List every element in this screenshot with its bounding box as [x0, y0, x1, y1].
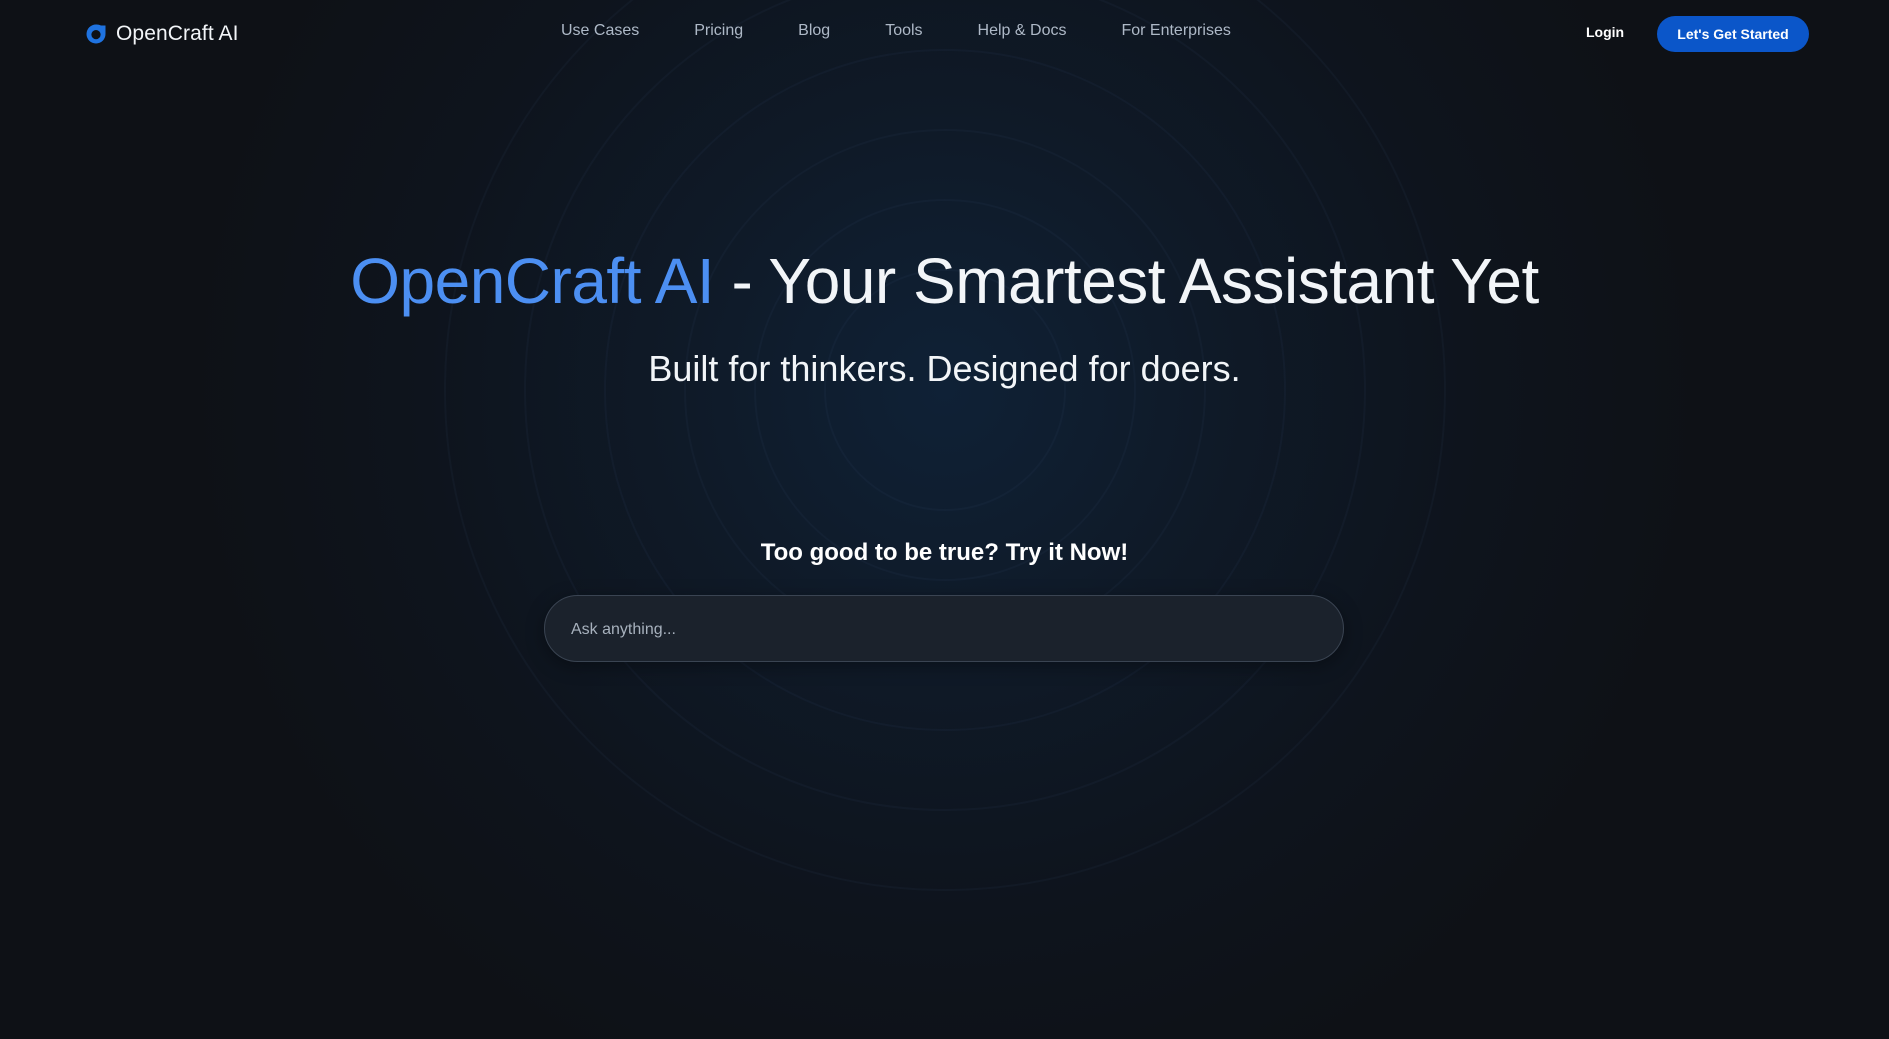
nav-item-blog[interactable]: Blog [798, 22, 830, 40]
nav-item-pricing[interactable]: Pricing [694, 22, 743, 40]
site-header: OpenCraft AI Use Cases Pricing Blog Tool… [0, 0, 1889, 68]
login-link[interactable]: Login [1586, 24, 1624, 40]
hero-title-rest: - Your Smartest Assistant Yet [714, 245, 1539, 317]
nav-item-use-cases[interactable]: Use Cases [561, 22, 639, 40]
ask-box [544, 595, 1344, 663]
hero-title-brand: OpenCraft AI [350, 245, 715, 317]
hero-title: OpenCraft AI - Your Smartest Assistant Y… [0, 244, 1889, 318]
hero-subtitle: Built for thinkers. Designed for doers. [648, 348, 1241, 389]
ask-input[interactable] [569, 596, 1323, 663]
nav-item-help-docs[interactable]: Help & Docs [978, 22, 1067, 40]
background-ripples [444, 0, 1446, 891]
opencraft-logo-icon [86, 24, 106, 44]
get-started-button[interactable]: Let's Get Started [1657, 16, 1809, 52]
nav-item-tools[interactable]: Tools [885, 22, 922, 40]
brand-link[interactable]: OpenCraft AI [84, 20, 239, 48]
landing-page: OpenCraft AI Use Cases Pricing Blog Tool… [0, 0, 1889, 1039]
brand-name: OpenCraft AI [116, 22, 239, 45]
try-it-prompt: Too good to be true? Try it Now! [760, 539, 1129, 566]
nav-item-for-enterprises[interactable]: For Enterprises [1121, 22, 1230, 40]
main-nav: Use Cases Pricing Blog Tools Help & Docs… [561, 22, 1231, 40]
